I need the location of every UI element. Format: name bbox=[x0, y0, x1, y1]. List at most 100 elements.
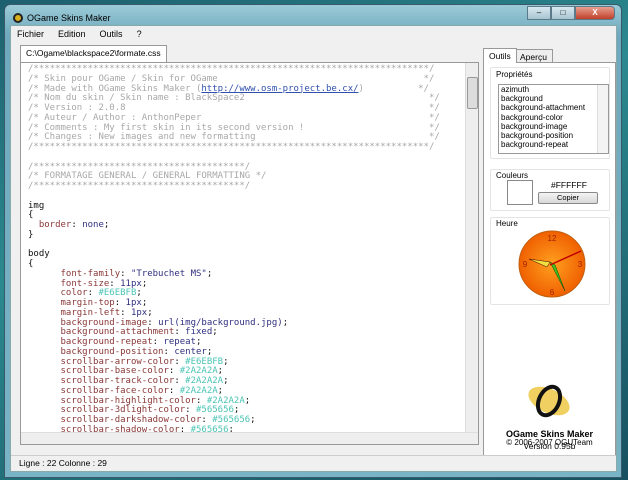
code-token: : bbox=[195, 395, 207, 406]
code-token: margin-left bbox=[28, 307, 121, 318]
menu-help[interactable]: ? bbox=[137, 29, 142, 39]
property-item[interactable]: azimuth bbox=[501, 85, 608, 94]
code-token: : bbox=[120, 307, 131, 318]
menu-outils[interactable]: Outils bbox=[100, 29, 123, 39]
code-token: color bbox=[28, 288, 88, 299]
colors-label: Couleurs bbox=[496, 171, 529, 180]
code-token: scrollbar-arrow-color bbox=[28, 356, 175, 367]
code-token: ; bbox=[250, 415, 256, 425]
code-token: background-attachment bbox=[28, 327, 175, 338]
property-item[interactable]: background bbox=[501, 94, 608, 103]
title-bar: OGame Skins Maker bbox=[13, 10, 111, 26]
code-token: : bbox=[168, 385, 180, 396]
code-token: : bbox=[109, 278, 121, 289]
code-token: scrollbar-highlight-color bbox=[28, 395, 196, 406]
code-token: /* Nom du skin / Skin name : BlackSpace2… bbox=[28, 93, 440, 104]
code-line: /***************************************… bbox=[28, 142, 440, 153]
app-icon bbox=[13, 13, 23, 23]
code-token: ; bbox=[136, 288, 142, 299]
minimize-button[interactable]: – bbox=[527, 6, 551, 20]
code-token: ; bbox=[244, 395, 251, 406]
property-item[interactable]: background-position bbox=[501, 131, 608, 140]
code-token: background-position bbox=[28, 346, 164, 357]
property-item[interactable]: background-attachment bbox=[501, 103, 608, 112]
about-copyright: © 2006-2007 OGUTeam bbox=[506, 438, 593, 447]
code-token: ; bbox=[223, 376, 229, 386]
clock-number: 9 bbox=[523, 260, 528, 269]
code-token: ) */ bbox=[358, 83, 429, 94]
code-token: ; bbox=[103, 220, 110, 230]
menu-fichier[interactable]: Fichier bbox=[17, 29, 44, 39]
code-token: body bbox=[28, 249, 50, 260]
code-token: /* Version : 2.0.8 */ bbox=[28, 103, 440, 113]
code-token: #565656 bbox=[212, 415, 251, 425]
code-token: #E6EBFB bbox=[98, 288, 137, 299]
code-token: font-family bbox=[28, 268, 121, 279]
code-token: #2A2A2A bbox=[179, 385, 218, 396]
properties-label: Propriétés bbox=[496, 70, 533, 79]
copy-button[interactable]: Copier bbox=[538, 192, 598, 204]
analog-clock: 12 3 6 9 bbox=[518, 230, 586, 298]
tab-apercu[interactable]: Aperçu bbox=[514, 49, 553, 62]
code-token: #565656 bbox=[195, 405, 234, 416]
property-item[interactable]: background-repeat bbox=[501, 140, 608, 149]
code-token: scrollbar-darkshadow-color bbox=[28, 415, 202, 425]
clock-group: Heure 12 3 6 9 bbox=[490, 217, 610, 305]
code-token: fixed bbox=[185, 327, 213, 338]
property-item[interactable]: background-color bbox=[501, 113, 608, 122]
code-content[interactable]: /***************************************… bbox=[28, 64, 440, 444]
code-token: /* Made with OGame Skins Maker ( bbox=[28, 83, 202, 94]
horizontal-scrollbar[interactable] bbox=[21, 432, 478, 444]
clock-label: Heure bbox=[496, 219, 518, 228]
code-token: ; bbox=[141, 278, 148, 289]
colors-group: Couleurs #FFFFFF Copier bbox=[490, 169, 610, 211]
code-token: /* Auteur / Author : AnthonPeper */ bbox=[28, 112, 440, 123]
code-token: background-repeat bbox=[28, 337, 153, 347]
code-link[interactable]: http://www.osm-project.be.cx/ bbox=[201, 84, 358, 94]
code-token: /* FORMATAGE GENERAL / GENERAL FORMATTIN… bbox=[28, 171, 267, 182]
code-editor[interactable]: /***************************************… bbox=[20, 62, 479, 445]
code-token: /* Comments : My first skin in its secon… bbox=[28, 122, 440, 133]
tab-file[interactable]: C:\Ogame\blackspace2\formate.css bbox=[20, 45, 167, 63]
clock-number: 6 bbox=[550, 288, 555, 297]
vertical-scrollbar[interactable] bbox=[465, 63, 478, 434]
code-token: : bbox=[174, 327, 186, 338]
tab-outils[interactable]: Outils bbox=[483, 48, 517, 63]
code-token: scrollbar-base-color bbox=[28, 366, 169, 377]
code-token: border bbox=[28, 220, 72, 230]
code-token: : bbox=[163, 346, 175, 357]
code-token: : bbox=[71, 220, 83, 230]
code-token: /***************************************… bbox=[28, 181, 251, 191]
code-token: #2A2A2A bbox=[185, 376, 224, 386]
clock-number: 3 bbox=[578, 260, 583, 269]
tools-panel: Propriétés azimuth background background-a… bbox=[483, 62, 616, 456]
property-item[interactable]: background-image bbox=[501, 122, 608, 131]
app-logo bbox=[528, 384, 570, 418]
code-line: img bbox=[28, 201, 440, 212]
close-button[interactable]: X bbox=[575, 6, 615, 20]
scroll-thumb[interactable] bbox=[467, 77, 478, 109]
code-token: center bbox=[174, 346, 207, 357]
color-swatch[interactable] bbox=[507, 180, 533, 205]
list-scrollbar[interactable] bbox=[597, 85, 608, 153]
code-token: : bbox=[174, 376, 186, 386]
code-token: ; bbox=[206, 346, 213, 357]
code-token: /***************************************… bbox=[28, 142, 435, 152]
code-line: } bbox=[28, 230, 440, 241]
code-token: #E6EBFB bbox=[185, 356, 224, 367]
code-token: { bbox=[28, 210, 34, 221]
maximize-button[interactable]: □ bbox=[551, 6, 575, 20]
window-title: OGame Skins Maker bbox=[27, 13, 111, 23]
code-line: border: none; bbox=[28, 220, 440, 231]
menu-edition[interactable]: Edition bbox=[58, 29, 86, 39]
code-token: : bbox=[87, 288, 99, 299]
code-token: : bbox=[152, 337, 164, 347]
code-token: 1px bbox=[130, 307, 148, 318]
code-token: ; bbox=[217, 366, 224, 377]
properties-list[interactable]: azimuth background background-attachment ba… bbox=[498, 84, 609, 154]
code-token: : bbox=[185, 405, 196, 416]
code-line: /***************************************… bbox=[28, 181, 440, 192]
code-token: /* Skin pour OGame / Skin for OGame */ bbox=[28, 73, 435, 84]
